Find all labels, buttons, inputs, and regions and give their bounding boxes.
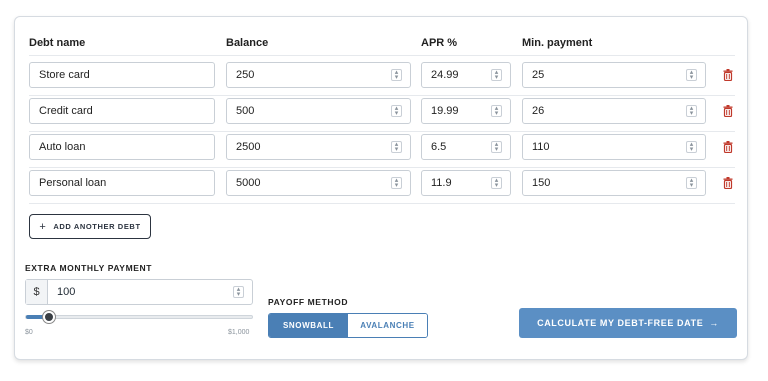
trash-icon[interactable] <box>722 140 734 154</box>
currency-prefix: $ <box>26 280 48 304</box>
slider-max-label: $1,000 <box>228 329 250 336</box>
apr-input[interactable]: 19.99 ▴ ▾ <box>421 98 511 124</box>
snowball-option[interactable]: SNOWBALL <box>269 314 348 337</box>
spinner-icon[interactable]: ▴ ▾ <box>391 141 402 153</box>
arrow-right-icon: → <box>709 318 719 328</box>
add-debt-label: ADD ANOTHER DEBT <box>53 222 141 231</box>
slider-min-label: $0 <box>25 329 33 336</box>
avalanche-option[interactable]: AVALANCHE <box>348 314 427 337</box>
debt-name-input[interactable]: Auto loan <box>29 134 215 160</box>
debt-name-input[interactable]: Credit card <box>29 98 215 124</box>
payoff-method-toggle: SNOWBALL AVALANCHE <box>268 313 428 338</box>
header-apr: APR % <box>421 37 458 49</box>
apr-input[interactable]: 6.5 ▴ ▾ <box>421 134 511 160</box>
spinner-icon[interactable]: ▴ ▾ <box>686 105 697 117</box>
add-debt-button[interactable]: + ADD ANOTHER DEBT <box>29 214 151 239</box>
balance-input[interactable]: 2500 ▴ ▾ <box>226 134 411 160</box>
min-payment-input[interactable]: 25 ▴ ▾ <box>522 62 706 88</box>
trash-icon[interactable] <box>722 68 734 82</box>
spinner-icon[interactable]: ▴ ▾ <box>686 69 697 81</box>
balance-input[interactable]: 250 ▴ ▾ <box>226 62 411 88</box>
plus-icon: + <box>39 220 47 233</box>
row-divider <box>29 203 735 204</box>
calculate-button[interactable]: CALCULATE MY DEBT-FREE DATE → <box>519 308 737 338</box>
extra-payment-label: EXTRA MONTHLY PAYMENT <box>25 263 153 273</box>
calculate-label: CALCULATE MY DEBT-FREE DATE <box>537 318 704 328</box>
min-payment-input[interactable]: 26 ▴ ▾ <box>522 98 706 124</box>
spinner-icon[interactable]: ▴ ▾ <box>491 105 502 117</box>
spinner-icon[interactable]: ▴ ▾ <box>391 105 402 117</box>
payoff-method-label: PAYOFF METHOD <box>268 297 349 307</box>
apr-input[interactable]: 11.9 ▴ ▾ <box>421 170 511 196</box>
debt-name-input[interactable]: Store card <box>29 62 215 88</box>
extra-payment-slider[interactable] <box>25 311 253 323</box>
balance-input[interactable]: 5000 ▴ ▾ <box>226 170 411 196</box>
slider-thumb[interactable] <box>43 311 55 323</box>
debt-name-input[interactable]: Personal loan <box>29 170 215 196</box>
extra-payment-input[interactable]: $ 100 ▴ ▾ <box>25 279 253 305</box>
extra-payment-value: 100 <box>57 286 76 298</box>
header-debt-name: Debt name <box>29 37 86 49</box>
header-balance: Balance <box>226 37 269 49</box>
apr-input[interactable]: 24.99 ▴ ▾ <box>421 62 511 88</box>
row-divider <box>29 131 735 132</box>
spinner-icon[interactable]: ▴ ▾ <box>233 286 244 298</box>
header-min-payment: Min. payment <box>522 37 593 49</box>
spinner-icon[interactable]: ▴ ▾ <box>686 141 697 153</box>
trash-icon[interactable] <box>722 176 734 190</box>
spinner-icon[interactable]: ▴ ▾ <box>391 69 402 81</box>
spinner-icon[interactable]: ▴ ▾ <box>491 177 502 189</box>
row-divider <box>29 95 735 96</box>
spinner-icon[interactable]: ▴ ▾ <box>491 141 502 153</box>
spinner-icon[interactable]: ▴ ▾ <box>686 177 697 189</box>
spinner-icon[interactable]: ▴ ▾ <box>391 177 402 189</box>
spinner-icon[interactable]: ▴ ▾ <box>491 69 502 81</box>
debt-calculator-card: Debt name Balance APR % Min. payment Sto… <box>14 16 748 360</box>
min-payment-input[interactable]: 110 ▴ ▾ <box>522 134 706 160</box>
trash-icon[interactable] <box>722 104 734 118</box>
balance-input[interactable]: 500 ▴ ▾ <box>226 98 411 124</box>
min-payment-input[interactable]: 150 ▴ ▾ <box>522 170 706 196</box>
row-divider <box>29 167 735 168</box>
row-divider <box>29 55 735 56</box>
